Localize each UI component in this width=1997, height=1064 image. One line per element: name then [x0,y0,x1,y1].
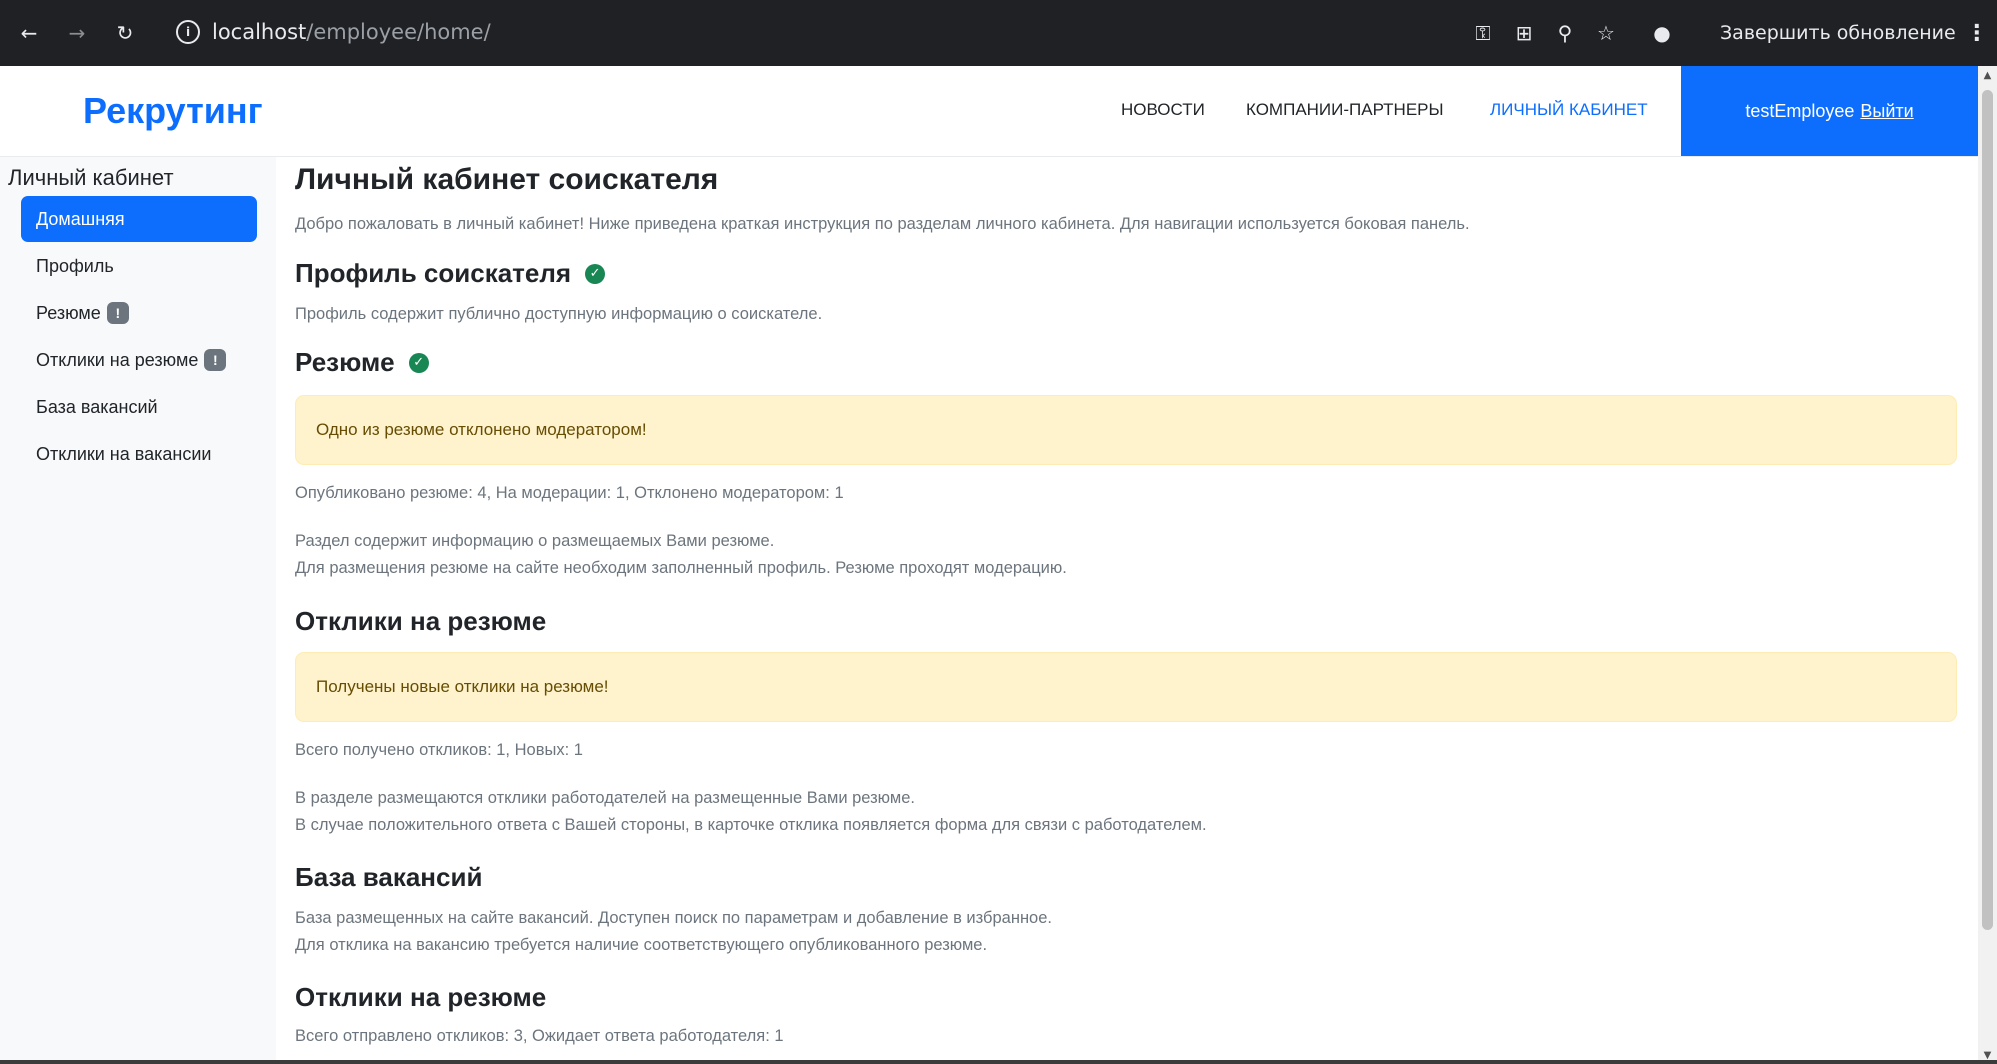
resume-text-line2: Для размещения резюме на сайте необходим… [295,559,1067,577]
section-heading-text: База вакансий [295,862,483,892]
update-button[interactable]: Завершить обновление ⋮ [1720,17,1988,49]
sidebar-item-label: Резюме [36,302,101,323]
section-heading-vacancy-responses: Отклики на резюме [295,982,546,1013]
section-heading-profile: Профиль соискателя ✓ [295,258,606,289]
browser-toolbar: ← → ↻ i localhost/employee/home/ ⚿ ⊞ ⚲ ☆… [0,0,1997,66]
intro-text: Добро пожаловать в личный кабинет! Ниже … [295,215,1470,233]
profile-text: Профиль содержит публично доступную инфо… [295,305,823,323]
resume-warning-alert: Одно из резюме отклонено модератором! [295,395,1957,465]
sidebar-item-resume-responses[interactable]: Отклики на резюме ! [21,337,257,383]
section-heading-vacancies: База вакансий [295,862,482,893]
update-label: Завершить обновление [1720,22,1956,44]
address-bar[interactable]: localhost/employee/home/ [212,20,491,44]
install-app-icon[interactable]: ⊞ [1508,18,1540,48]
menu-kebab-icon: ⋮ [1965,20,1988,46]
bookmark-star-icon[interactable]: ☆ [1590,18,1622,48]
warning-badge: ! [204,349,227,371]
check-circle-icon: ✓ [585,263,606,284]
sidebar-item-label: Отклики на вакансии [36,443,212,464]
brand-logo[interactable]: Рекрутинг [83,90,263,132]
main-content: Личный кабинет соискателя Добро пожалова… [276,157,1978,1064]
username: testEmployee [1745,100,1855,121]
sidebar-item-vacancy-responses[interactable]: Отклики на вакансии [21,431,257,477]
sidebar-item-vacancies[interactable]: База вакансий [21,384,257,430]
vacancy-responses-stats: Всего отправлено откликов: 3, Ожидает от… [295,1027,784,1045]
section-heading-text: Отклики на резюме [295,606,547,636]
sidebar-item-profile[interactable]: Профиль [21,243,257,289]
sidebar-title: Личный кабинет [8,165,174,190]
vacancies-text-line2: Для отклика на вакансию требуется наличи… [295,936,988,954]
check-circle-icon: ✓ [408,352,429,373]
responses-text-line1: В разделе размещаются отклики работодате… [295,789,915,807]
vacancies-text-line1: База размещенных на сайте вакансий. Дост… [295,909,1052,927]
key-icon[interactable]: ⚿ [1467,18,1499,48]
page-title: Личный кабинет соискателя [295,163,719,196]
nav-account[interactable]: ЛИЧНЫЙ КАБИНЕТ [1490,100,1648,120]
zoom-icon[interactable]: ⚲ [1549,18,1581,48]
user-panel: testEmployee Выйти [1681,66,1978,156]
responses-text-line2: В случае положительного ответа с Вашей с… [295,816,1207,834]
site-navbar: Рекрутинг НОВОСТИ КОМПАНИИ-ПАРТНЕРЫ ЛИЧН… [0,66,1978,157]
section-heading-resume-responses: Отклики на резюме [295,606,546,637]
scroll-thumb[interactable] [1982,90,1993,930]
back-arrow-icon[interactable]: ← [14,18,44,48]
profile-icon[interactable]: ● [1646,18,1678,48]
section-heading-text: Отклики на резюме [295,982,547,1012]
section-heading-text: Резюме [295,347,395,377]
sidebar-item-home[interactable]: Домашняя [21,196,257,242]
sidebar-item-label: База вакансий [36,396,158,417]
reload-icon[interactable]: ↻ [110,18,140,48]
resume-text-line1: Раздел содержит информацию о размещаемых… [295,532,775,550]
page-scrollbar[interactable]: ▲ ▼ [1978,66,1997,1064]
sidebar-item-label: Профиль [36,255,114,276]
responses-warning-alert: Получены новые отклики на резюме! [295,652,1957,722]
section-heading-resume: Резюме ✓ [295,347,429,378]
sidebar-item-label: Домашняя [36,208,125,229]
window-bottom-border [0,1060,1997,1064]
resume-stats: Опубликовано резюме: 4, На модерации: 1,… [295,484,844,502]
site-info-icon[interactable]: i [176,20,200,44]
nav-partners[interactable]: КОМПАНИИ-ПАРТНЕРЫ [1246,100,1444,120]
url-host: localhost [212,20,307,44]
logout-link[interactable]: Выйти [1860,101,1913,122]
responses-stats: Всего получено откликов: 1, Новых: 1 [295,741,583,759]
warning-badge: ! [106,302,129,324]
forward-arrow-icon[interactable]: → [62,18,92,48]
scroll-up-icon[interactable]: ▲ [1978,66,1997,84]
section-heading-text: Профиль соискателя [295,258,572,288]
sidebar-item-resume[interactable]: Резюме ! [21,290,257,336]
nav-news[interactable]: НОВОСТИ [1121,100,1205,120]
url-path: /employee/home/ [306,20,491,44]
sidebar: Личный кабинет Домашняя Профиль Резюме !… [0,157,276,1064]
sidebar-item-label: Отклики на резюме [36,349,199,370]
